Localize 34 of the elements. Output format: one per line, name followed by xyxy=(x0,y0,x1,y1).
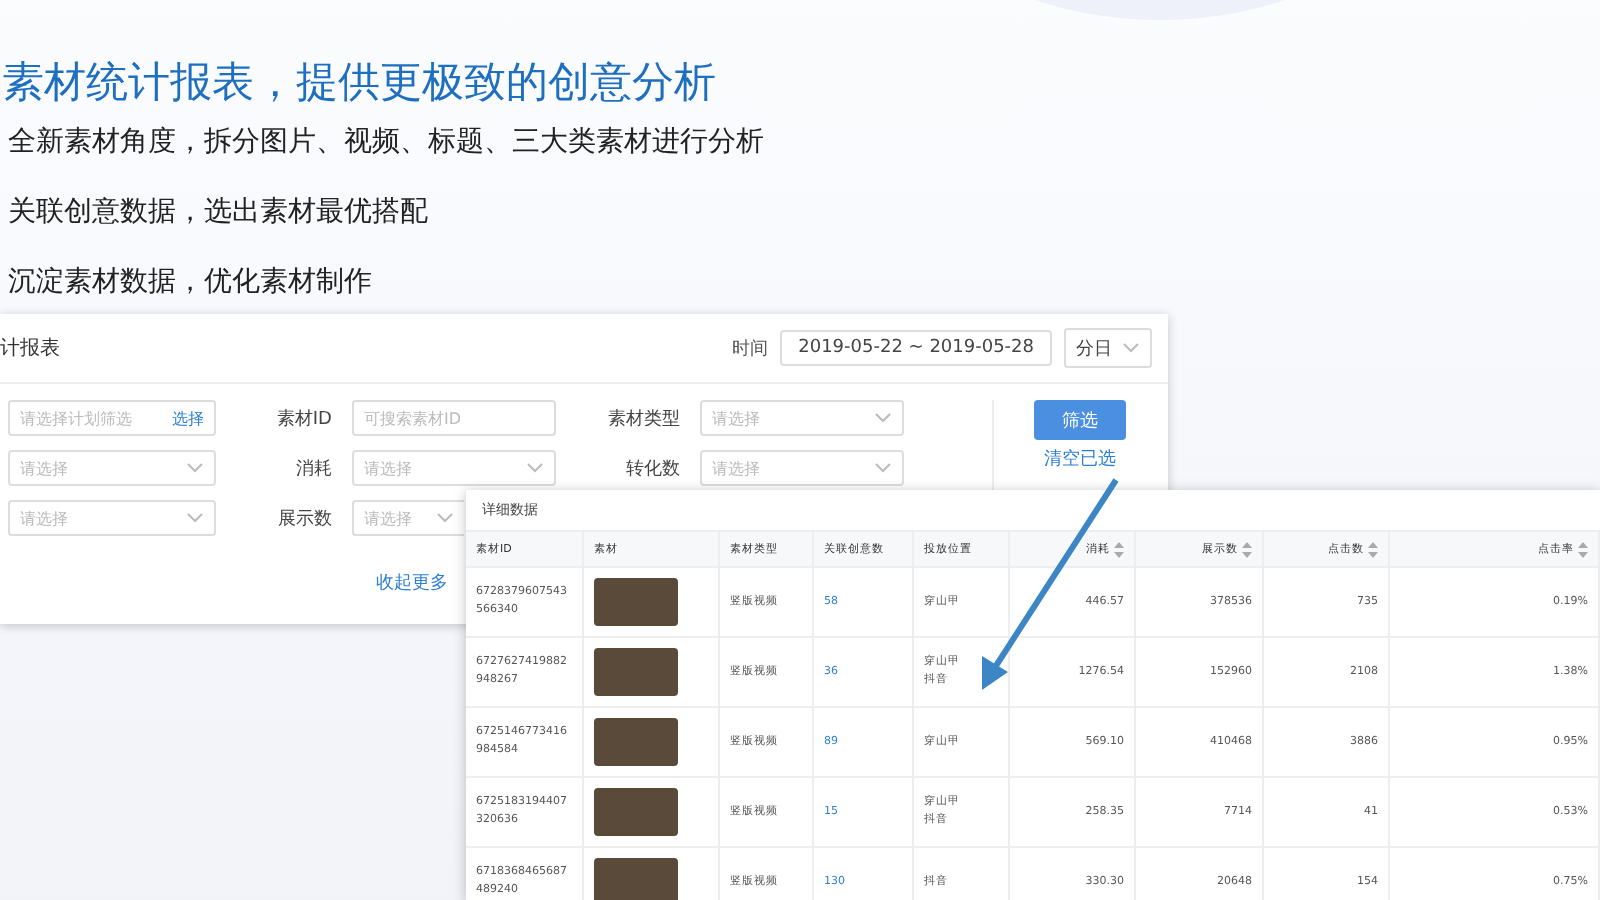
field-label: 素材ID xyxy=(274,407,334,431)
feature-text: 全新素材角度，拆分图片、视频、标题、三大类素材进行分析 xyxy=(8,124,766,162)
field-label: 转化数 xyxy=(624,457,682,481)
video-thumbnail xyxy=(594,858,678,900)
caret-icon xyxy=(874,412,892,424)
caret-icon xyxy=(186,462,204,474)
plan-field[interactable]: 请选择计划筛选 选择 xyxy=(8,400,216,436)
caret-icon xyxy=(526,462,544,474)
date-range-field[interactable]: 2019-05-22 ~ 2019-05-28 xyxy=(780,330,1052,366)
field-label: 消耗 xyxy=(294,457,334,481)
headline: 素材统计报表，提供更极致的创意分析 xyxy=(2,56,718,108)
video-thumbnail xyxy=(594,578,678,626)
clear-link[interactable]: 清空已选 xyxy=(1044,446,1116,472)
caret-icon xyxy=(436,512,454,524)
panel-title: 计报表 xyxy=(0,335,60,362)
field-label: 素材类型 xyxy=(606,407,682,431)
collapse-link[interactable]: 收起更多 xyxy=(376,570,448,596)
video-thumbnail xyxy=(594,788,678,836)
video-thumbnail xyxy=(594,648,678,696)
caret-icon xyxy=(874,462,892,474)
filter-button[interactable]: 筛选 xyxy=(1034,400,1126,440)
caret-icon xyxy=(186,512,204,524)
feature-text: 关联创意数据，选出素材最优搭配 xyxy=(8,194,430,232)
select-link[interactable]: 选择 xyxy=(172,407,204,429)
field-label: 展示数 xyxy=(276,507,334,531)
sort-icon[interactable] xyxy=(1578,541,1588,557)
video-thumbnail xyxy=(594,718,678,766)
sort-icon[interactable] xyxy=(1242,541,1252,557)
sort-icon[interactable] xyxy=(1368,541,1378,557)
granularity-select[interactable]: 分日 xyxy=(1064,328,1152,368)
time-label: 时间 xyxy=(732,337,769,361)
sort-icon[interactable] xyxy=(1114,541,1124,557)
caret-icon xyxy=(1122,342,1140,354)
feature-text: 沉淀素材数据，优化素材制作 xyxy=(8,264,374,302)
